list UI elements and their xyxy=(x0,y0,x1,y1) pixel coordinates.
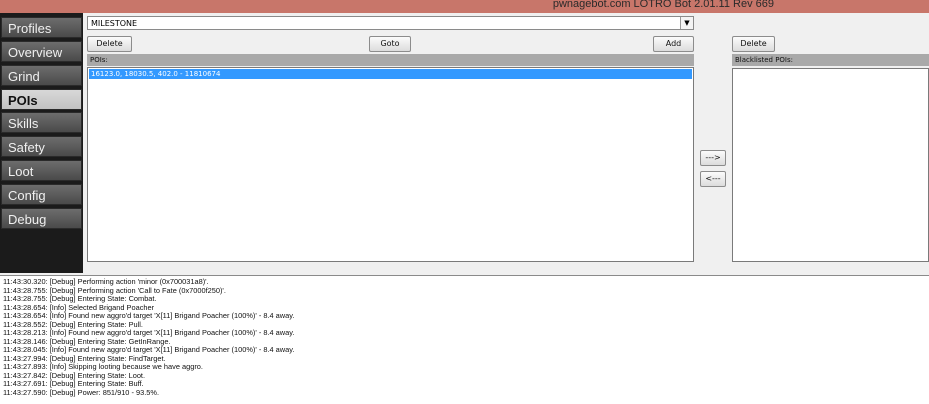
debug-log[interactable]: 11:43:30.320: [Debug] Performing action … xyxy=(0,275,929,404)
poi-list[interactable]: 16123.0, 18030.5, 402.0 - 11810674 xyxy=(87,67,694,262)
sidebar-item-grind[interactable]: Grind xyxy=(1,65,82,86)
blacklist-list[interactable] xyxy=(732,68,929,262)
chevron-down-icon[interactable]: ▼ xyxy=(680,17,693,29)
sidebar-item-profiles[interactable]: Profiles xyxy=(1,17,82,38)
poi-type-value: MILESTONE xyxy=(91,19,138,28)
poi-type-dropdown[interactable]: MILESTONE ▼ xyxy=(87,16,694,30)
blacklist-header: Blacklisted POIs: xyxy=(732,54,929,66)
remove-from-blacklist-button[interactable]: <--- xyxy=(700,171,726,187)
pois-panel: MILESTONE ▼ Delete Goto Add POIs: 16123.… xyxy=(83,13,929,273)
sidebar-item-overview[interactable]: Overview xyxy=(1,41,82,62)
log-line: 11:43:27.590: [Debug] Power: 851/910 - 9… xyxy=(3,387,159,397)
sidebar-item-config[interactable]: Config xyxy=(1,184,82,205)
sidebar-item-safety[interactable]: Safety xyxy=(1,136,82,157)
sidebar-item-skills[interactable]: Skills xyxy=(1,112,82,133)
add-poi-button[interactable]: Add xyxy=(653,36,694,52)
sidebar-item-loot[interactable]: Loot xyxy=(1,160,82,181)
delete-blacklisted-button[interactable]: Delete xyxy=(732,36,775,52)
delete-poi-button[interactable]: Delete xyxy=(87,36,132,52)
goto-poi-button[interactable]: Goto xyxy=(369,36,411,52)
sidebar-item-debug[interactable]: Debug xyxy=(1,208,82,229)
poi-list-header: POIs: xyxy=(87,54,694,66)
sidebar: Profiles Overview Grind POIs Skills Safe… xyxy=(0,13,83,273)
move-to-blacklist-button[interactable]: ---> xyxy=(700,150,726,166)
sidebar-item-pois[interactable]: POIs xyxy=(1,89,82,110)
poi-list-item[interactable]: 16123.0, 18030.5, 402.0 - 11810674 xyxy=(89,69,692,79)
window-title: pwnagebot.com LOTRO Bot 2.01.11 Rev 669 xyxy=(552,0,774,10)
title-bar: pwnagebot.com LOTRO Bot 2.01.11 Rev 669 xyxy=(0,0,929,13)
